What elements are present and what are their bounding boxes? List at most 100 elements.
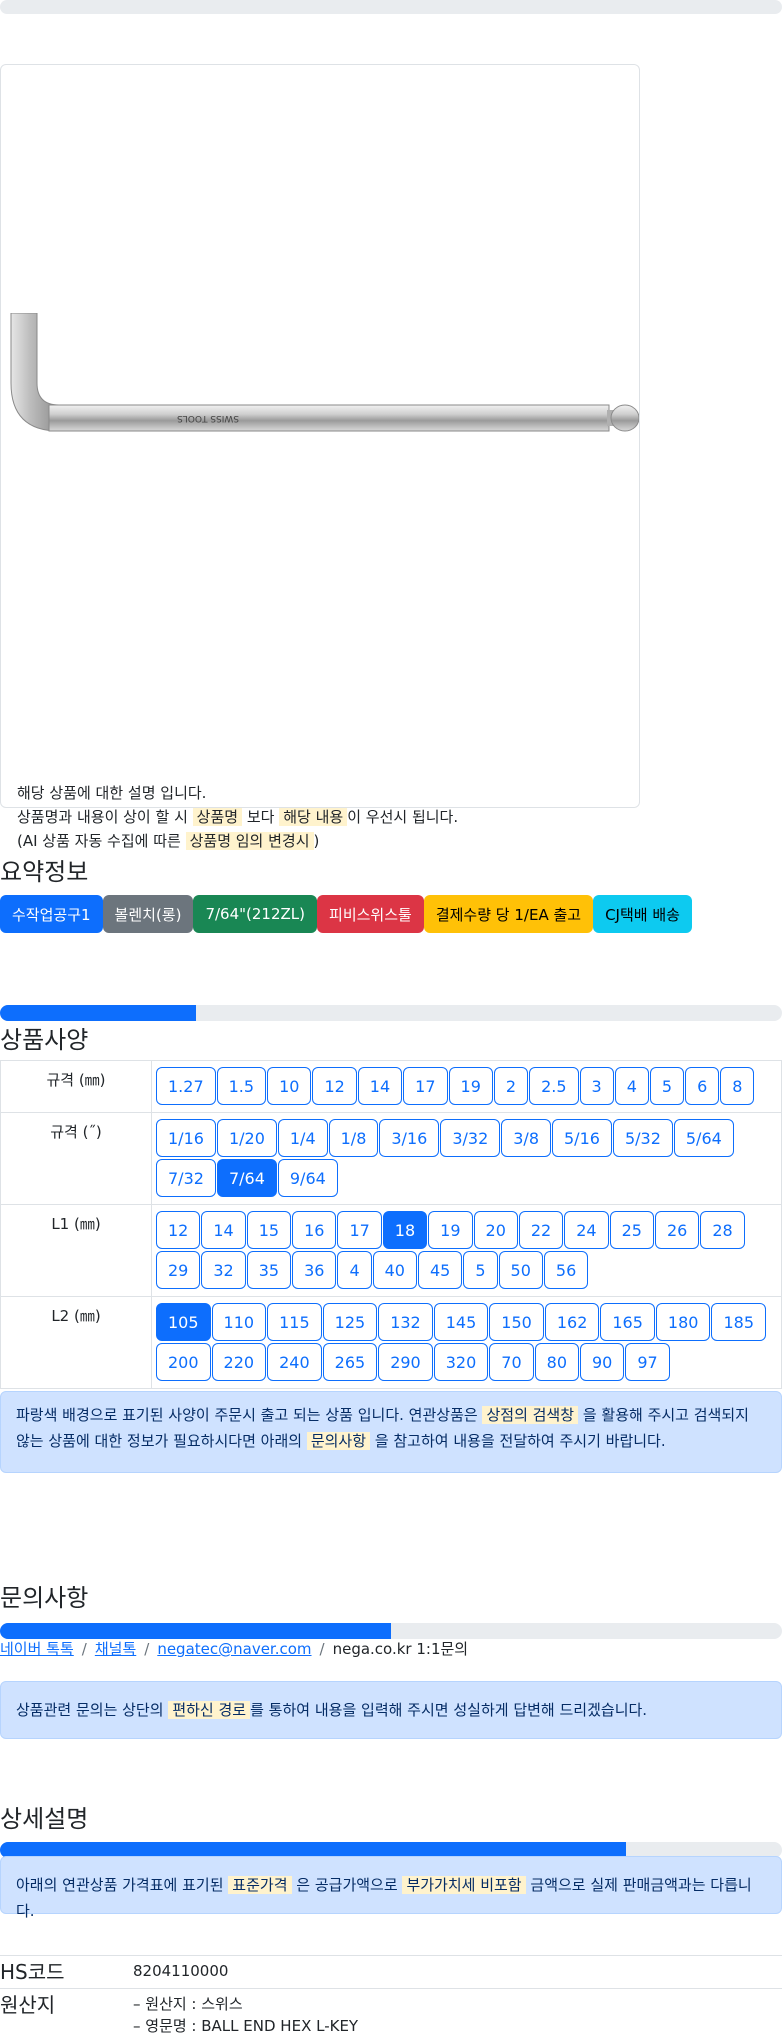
spec-option[interactable]: 1/16 [156, 1119, 216, 1157]
spec-option[interactable]: 180 [655, 1303, 711, 1341]
spec-option[interactable]: 26 [654, 1211, 700, 1249]
spec-option[interactable]: 7/32 [156, 1159, 216, 1197]
spec-option[interactable]: 5 [463, 1251, 498, 1289]
spec-option[interactable]: 4 [614, 1067, 649, 1105]
spec-option[interactable]: 5/32 [612, 1119, 673, 1157]
specs-title: 상품사양 [0, 1026, 89, 1054]
spec-row-label: L1 (㎜) [0, 1204, 152, 1297]
summary-title: 요약정보 [0, 858, 89, 886]
badge-category: 수작업공구1 [0, 895, 103, 933]
spec-option[interactable]: 3 [579, 1067, 614, 1105]
spec-option[interactable]: 15 [246, 1211, 292, 1249]
spec-option[interactable]: 28 [700, 1211, 745, 1249]
spec-option[interactable]: 20 [473, 1211, 518, 1249]
spec-option[interactable]: 50 [498, 1251, 543, 1289]
spec-option[interactable]: 185 [711, 1303, 767, 1341]
inquiry-links: 네이버 톡톡 / 채널톡 / negatec@naver.com / nega.co.kr … [0, 1638, 468, 1659]
product-engraving: SWISS TOOLS [177, 413, 239, 423]
spec-option[interactable]: 1/4 [277, 1119, 328, 1157]
spec-option[interactable]: 17 [337, 1211, 382, 1249]
email-link[interactable]: negatec@naver.com [157, 1640, 311, 1658]
spec-option[interactable]: 290 [378, 1343, 433, 1381]
spec-option[interactable]: 162 [544, 1303, 600, 1341]
desc-highlight-change: 상품명 임의 변경시 [185, 832, 314, 850]
product-card: SWISS TOOLS 해당 상품에 대한 설명 입니다. 상품명과 내용이 상… [0, 64, 640, 850]
spec-option[interactable]: 2 [493, 1067, 529, 1105]
spec-option[interactable]: 32 [201, 1251, 246, 1289]
spec-option[interactable]: 1/20 [216, 1119, 277, 1157]
spec-option[interactable]: 1.5 [216, 1067, 267, 1105]
spec-option[interactable]: 12 [312, 1067, 357, 1105]
spec-option[interactable]: 14 [201, 1211, 246, 1249]
hs-code-row: HS코드 8204110000 [0, 1955, 782, 1988]
inquiry-notice-route: 편하신 경로 [168, 1701, 251, 1719]
spec-option[interactable]: 36 [292, 1251, 337, 1289]
spec-option[interactable]: 320 [433, 1343, 489, 1381]
spec-option[interactable]: 19 [428, 1211, 473, 1249]
spec-option[interactable]: 3/8 [501, 1119, 551, 1157]
spec-option[interactable]: 145 [433, 1303, 489, 1341]
spec-option[interactable]: 110 [211, 1303, 267, 1341]
top-bar [0, 0, 782, 14]
detail-notice-vat: 부가가치세 비포함 [402, 1876, 526, 1894]
badge-brand: 피비스위스툴 [317, 895, 424, 933]
spec-option[interactable]: 150 [489, 1303, 544, 1341]
summary-badges: 수작업공구1 볼렌치(롱) 7/64"(212ZL) 피비스위스툴 결제수량 당… [0, 895, 692, 933]
spec-option[interactable]: 132 [378, 1303, 433, 1341]
spec-option[interactable]: 14 [357, 1067, 403, 1105]
channel-talk-link[interactable]: 채널톡 [95, 1640, 136, 1658]
spec-option[interactable]: 5/16 [552, 1119, 612, 1157]
spec-option-selected[interactable]: 18 [382, 1211, 428, 1249]
spec-option[interactable]: 90 [580, 1343, 625, 1381]
origin-label: 원산지 [0, 1993, 56, 2017]
spec-option[interactable]: 1/8 [328, 1119, 379, 1157]
spec-option[interactable]: 16 [292, 1211, 337, 1249]
inquiry-progress-fill [0, 1623, 391, 1639]
spec-option[interactable]: 12 [156, 1211, 201, 1249]
spec-option[interactable]: 80 [534, 1343, 579, 1381]
spec-row: L2 (㎜) 105 110 115 125 132 145 150 162 165 180 185 2… [0, 1296, 782, 1389]
naver-talk-link[interactable]: 네이버 톡톡 [0, 1640, 74, 1658]
spec-option[interactable]: 165 [600, 1303, 655, 1341]
spec-option[interactable]: 6 [685, 1067, 720, 1105]
spec-option[interactable]: 10 [267, 1067, 312, 1105]
spec-option[interactable]: 5 [649, 1067, 685, 1105]
spec-option[interactable]: 3/16 [379, 1119, 440, 1157]
desc-line-3-b: ) [313, 832, 320, 850]
spec-option[interactable]: 220 [211, 1343, 267, 1381]
spec-option[interactable]: 29 [156, 1251, 201, 1289]
spec-option[interactable]: 56 [543, 1251, 589, 1289]
spec-option[interactable]: 125 [322, 1303, 378, 1341]
spec-option[interactable]: 1.27 [156, 1067, 216, 1105]
spec-option[interactable]: 22 [518, 1211, 564, 1249]
separator: / [144, 1640, 150, 1658]
spec-option[interactable]: 24 [564, 1211, 609, 1249]
spec-option[interactable]: 240 [267, 1343, 322, 1381]
spec-option[interactable]: 97 [625, 1343, 670, 1381]
spec-option[interactable]: 2.5 [529, 1067, 579, 1105]
spec-option-selected[interactable]: 105 [156, 1303, 211, 1341]
spec-option[interactable]: 265 [322, 1343, 378, 1381]
spec-option[interactable]: 5/64 [673, 1119, 734, 1157]
spec-option[interactable]: 17 [403, 1067, 448, 1105]
spec-options: 105 110 115 125 132 145 150 162 165 180 185200 220 2… [151, 1296, 782, 1389]
inquiry-notice-a: 상품관련 문의는 상단의 [16, 1701, 164, 1719]
spec-option[interactable]: 200 [156, 1343, 211, 1381]
spec-option[interactable]: 19 [448, 1067, 493, 1105]
spec-option[interactable]: 45 [417, 1251, 463, 1289]
desc-highlight-content: 해당 내용 [279, 808, 348, 826]
specs-progress-fill [0, 1005, 196, 1021]
spec-option[interactable]: 70 [489, 1343, 534, 1381]
spec-option[interactable]: 8 [720, 1067, 755, 1105]
spec-option[interactable]: 25 [609, 1211, 654, 1249]
spec-option[interactable]: 4 [337, 1251, 372, 1289]
spec-option[interactable]: 9/64 [277, 1159, 338, 1197]
spec-option[interactable]: 115 [267, 1303, 322, 1341]
spec-option[interactable]: 35 [246, 1251, 292, 1289]
detail-notice: 아래의 연관상품 가격표에 표기된 표준가격 은 공급가액으로 부가가치세 비포… [0, 1856, 782, 1920]
product-image: SWISS TOOLS [10, 313, 639, 432]
spec-options: 1/16 1/20 1/4 1/8 3/16 3/32 3/8 5/16 5/32 5/64 7/3… [151, 1112, 782, 1205]
spec-option[interactable]: 40 [372, 1251, 417, 1289]
spec-option[interactable]: 3/32 [440, 1119, 501, 1157]
spec-option-selected[interactable]: 7/64 [216, 1159, 277, 1197]
